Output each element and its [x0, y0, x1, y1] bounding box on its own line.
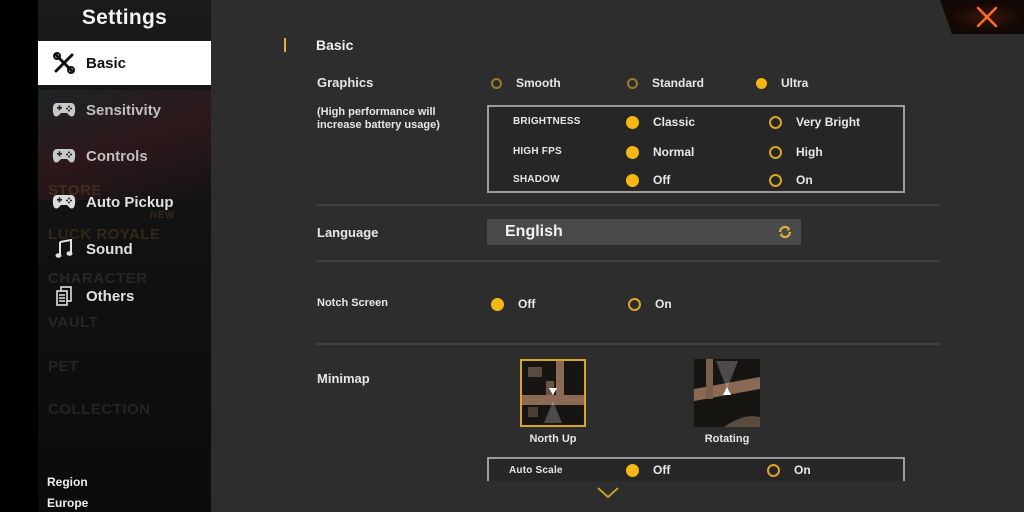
scroll-down-chevron[interactable]: [597, 486, 619, 504]
auto-scale-option-on[interactable]: On: [767, 463, 811, 477]
rotating-caption: Rotating: [704, 433, 750, 445]
option-label: On: [794, 463, 811, 477]
radio-indicator: [627, 77, 638, 89]
ghost-label-pet: PET: [48, 358, 79, 375]
section-title: Basic: [316, 37, 354, 53]
settings-title: Settings: [81, 6, 168, 29]
minimap-label: Minimap: [317, 371, 370, 386]
notch-option-off[interactable]: Off: [491, 297, 535, 311]
auto-scale-option-off[interactable]: Off: [626, 463, 670, 477]
sidebar-item-label: Sound: [86, 240, 133, 258]
gamepad-icon: [52, 100, 76, 120]
option-label: High: [796, 145, 823, 159]
region-value: Europe: [47, 496, 89, 510]
sidebar-item-label: Auto Pickup: [86, 193, 174, 211]
option-label: Smooth: [516, 76, 561, 90]
sidebar: STORE LUCK ROYALE NEW CHARACTER VAULT PE…: [38, 0, 211, 512]
divider: [316, 343, 940, 345]
high-fps-option-high[interactable]: High: [769, 145, 823, 159]
graphics-option-smooth[interactable]: Smooth: [491, 76, 561, 90]
sidebar-item-label: Others: [86, 287, 135, 305]
option-label: Off: [653, 173, 671, 187]
sidebar-item-sound[interactable]: Sound: [38, 227, 211, 271]
shadow-option-on[interactable]: On: [769, 173, 813, 187]
radio-indicator: [769, 115, 782, 129]
high-fps-option-normal[interactable]: Normal: [626, 145, 694, 159]
option-label: On: [796, 173, 813, 187]
settings-panel: Basic Graphics (High performance will in…: [211, 0, 1024, 512]
option-label: Ultra: [781, 76, 809, 90]
left-edge: [0, 0, 38, 512]
map-preview-north-up: [522, 361, 584, 425]
graphics-option-ultra[interactable]: Ultra: [756, 76, 808, 90]
gamepad-icon: [52, 192, 76, 212]
sidebar-item-sensitivity[interactable]: Sensitivity: [38, 88, 211, 132]
language-label: Language: [317, 225, 379, 240]
option-label: Off: [518, 297, 536, 311]
sidebar-item-basic[interactable]: Basic: [38, 41, 211, 85]
option-label: Off: [653, 463, 671, 477]
region-label: Region: [47, 475, 88, 489]
minimap-option-north-up[interactable]: [520, 359, 586, 427]
auto-scale-box: Auto Scale Off On: [487, 457, 905, 481]
option-label: On: [655, 297, 672, 311]
graphics-note: (High performance will increase battery …: [317, 106, 440, 131]
wrench-screwdriver-icon: [52, 52, 76, 74]
option-label: Normal: [653, 145, 695, 159]
map-preview-rotating: [694, 359, 760, 427]
option-label: Standard: [652, 76, 705, 90]
radio-indicator: [491, 77, 502, 89]
shadow-option-off[interactable]: Off: [626, 173, 670, 187]
radio-indicator: [628, 297, 641, 311]
language-value: English: [505, 223, 563, 240]
graphics-detail-box: BRIGHTNESS Classic Very Bright HIGH FPS …: [487, 105, 905, 193]
shadow-label: SHADOW: [513, 174, 560, 185]
radio-indicator: [767, 463, 780, 477]
radio-indicator: [769, 145, 782, 159]
music-note-icon: [52, 239, 76, 259]
sidebar-item-label: Sensitivity: [86, 101, 162, 119]
documents-icon: [52, 286, 76, 306]
ghost-label-collection: COLLECTION: [48, 401, 151, 418]
sidebar-item-others[interactable]: Others: [38, 274, 211, 318]
refresh-icon[interactable]: [777, 224, 793, 245]
gamepad-icon: [52, 146, 76, 166]
auto-scale-label: Auto Scale: [509, 465, 563, 476]
radio-indicator-selected: [626, 173, 639, 187]
close-icon: [976, 6, 998, 28]
minimap-option-rotating[interactable]: [694, 359, 760, 427]
graphics-option-standard[interactable]: Standard: [627, 76, 704, 90]
language-selector[interactable]: English: [487, 219, 801, 245]
north-up-caption: North Up: [529, 433, 577, 445]
sidebar-item-label: Basic: [86, 54, 127, 72]
region-info: Region Europe: [47, 472, 88, 512]
sidebar-item-auto-pickup[interactable]: Auto Pickup: [38, 180, 211, 224]
brightness-option-classic[interactable]: Classic: [626, 115, 695, 129]
high-fps-label: HIGH FPS: [513, 146, 562, 157]
option-label: Classic: [653, 115, 696, 129]
divider: [316, 260, 940, 262]
radio-indicator-selected: [626, 145, 639, 159]
sidebar-item-controls[interactable]: Controls: [38, 134, 211, 178]
section-marker: [284, 38, 286, 52]
notch-option-on[interactable]: On: [628, 297, 672, 311]
brightness-label: BRIGHTNESS: [513, 116, 581, 127]
close-button[interactable]: [940, 0, 1024, 34]
radio-indicator-selected: [626, 115, 639, 129]
graphics-label: Graphics: [317, 75, 374, 90]
radio-indicator-selected: [491, 297, 504, 311]
radio-indicator-selected: [756, 77, 767, 89]
divider: [316, 204, 940, 206]
chevron-down-icon: [597, 487, 619, 499]
radio-indicator: [769, 173, 782, 187]
option-label: Very Bright: [796, 115, 861, 129]
notch-screen-label: Notch Screen: [317, 297, 388, 309]
brightness-option-very-bright[interactable]: Very Bright: [769, 115, 860, 129]
sidebar-item-label: Controls: [86, 147, 148, 165]
radio-indicator-selected: [626, 463, 639, 477]
